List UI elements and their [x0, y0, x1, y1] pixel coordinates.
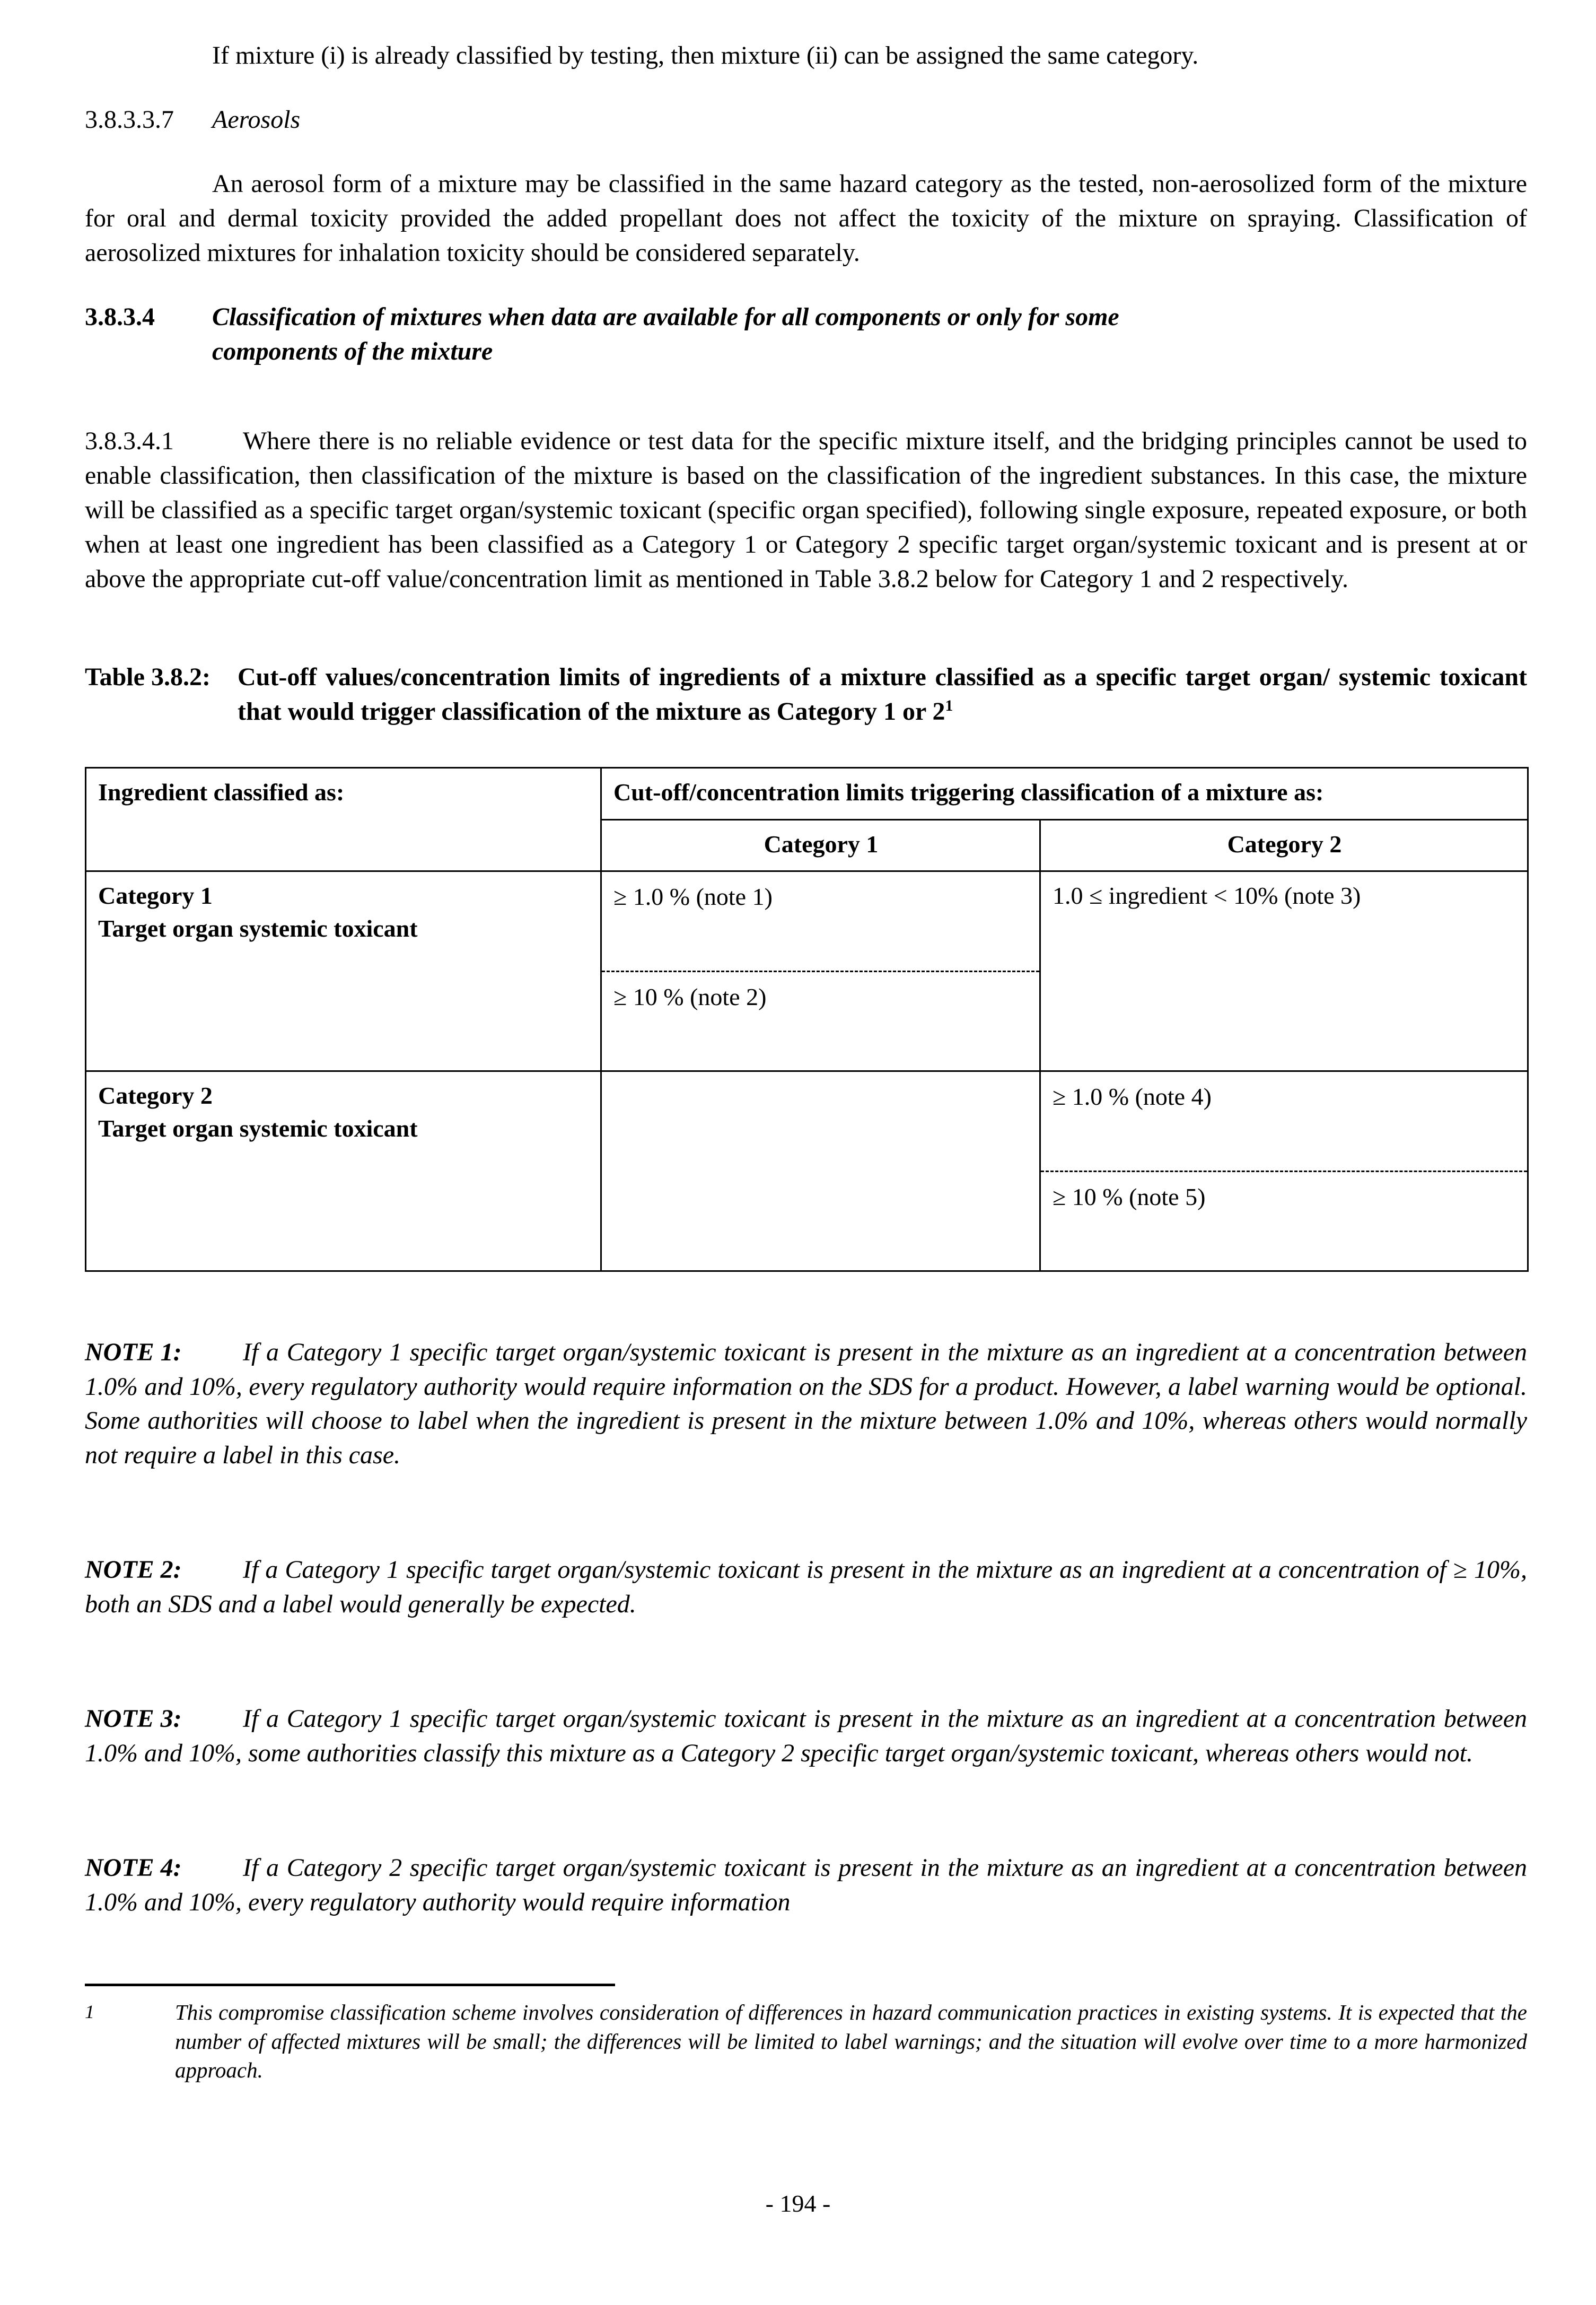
note-1-text: If a Category 1 specific target organ/sy… [85, 1338, 1527, 1469]
table-caption-footnote-marker: 1 [945, 697, 953, 715]
row-1-cat1-top: ≥ 1.0 % (note 1) [613, 883, 773, 911]
table-header-row-1: Ingredient classified as: Cut-off/concen… [85, 767, 1529, 872]
section-title-aerosols: Aerosols [212, 106, 301, 134]
table-caption-text: Cut-off values/concentration limits of i… [238, 663, 1527, 726]
spacer-after-classification-heading [85, 369, 1527, 398]
spacer-before-footnote [85, 1945, 1527, 1984]
row-1-ingredient-line-2: Target organ systemic toxicant [98, 915, 418, 942]
row-2-ingredient-line-1: Category 2 [98, 1082, 213, 1110]
section-title-classification: Classification of mixtures when data are… [212, 300, 1527, 369]
table-header-ingredient: Ingredient classified as: [85, 767, 602, 872]
note-4: NOTE 4: If a Category 2 specific target o… [85, 1851, 1527, 1919]
table-caption-text-wrap: Cut-off values/concentration limits of i… [238, 660, 1527, 729]
note-2-text: If a Category 1 specific target organ/sy… [85, 1556, 1527, 1618]
section-heading-aerosols: 3.8.3.3.7 Aerosols [85, 102, 1527, 137]
row-2-ingredient: Category 2 Target organ systemic toxican… [85, 1070, 602, 1272]
section-number-3-8-3-3-7: 3.8.3.3.7 [85, 106, 174, 134]
table-caption-label: Table 3.8.2: [85, 663, 211, 692]
table-row: Category 1 Target organ systemic toxican… [85, 870, 1529, 1072]
note-1-label: NOTE 1: [85, 1338, 182, 1367]
note-3: NOTE 3: If a Category 1 specific target o… [85, 1702, 1527, 1770]
spacer-after-aerosols-heading [85, 137, 1527, 167]
page-content: If mixture (i) is already classified by … [85, 0, 1529, 2085]
row-1-category-2-cell: 1.0 ≤ ingredient < 10% (note 3) [1039, 870, 1529, 1072]
row-2-category-1-cell [600, 1070, 1041, 1272]
section-heading-classification: 3.8.3.4 Classification of mixtures when … [85, 300, 1527, 369]
aerosols-body-paragraph: An aerosol form of a mixture may be clas… [85, 170, 1527, 267]
row-2-ingredient-line-2: Target organ systemic toxicant [98, 1115, 418, 1142]
row-1-cat1-bottom: ≥ 10 % (note 2) [602, 970, 1039, 1071]
section-title-line-1: Classification of mixtures when data are… [212, 303, 1119, 331]
clause-number: 3.8.3.4.1 [85, 427, 174, 456]
row-2-cat2-top: ≥ 1.0 % (note 4) [1053, 1083, 1212, 1111]
spacer-after-aerosols-body [85, 270, 1527, 300]
document-page: If mixture (i) is already classified by … [0, 0, 1596, 2305]
row-1-ingredient-line-1: Category 1 [98, 882, 213, 910]
cutoff-limits-table: Ingredient classified as: Cut-off/concen… [85, 767, 1529, 1272]
clause-3-8-3-4-1: 3.8.3.4.1 Where there is no reliable evid… [85, 424, 1527, 596]
note-4-text: If a Category 2 specific target organ/sy… [85, 1854, 1527, 1917]
page-number: - 194 - [765, 2190, 831, 2217]
note-2-label: NOTE 2: [85, 1556, 182, 1584]
footnote-separator [85, 1983, 615, 1986]
spacer-before-table [85, 729, 1527, 767]
spacer-after-intro [85, 73, 1527, 102]
table-caption: Table 3.8.2: Cut-off values/concentratio… [85, 660, 1527, 729]
section-number-3-8-3-4: 3.8.3.4 [85, 303, 155, 331]
table-row: Category 2 Target organ systemic toxican… [85, 1070, 1529, 1272]
row-2-category-2-split: ≥ 1.0 % (note 4) ≥ 10 % (note 5) [1041, 1072, 1527, 1270]
row-1-ingredient: Category 1 Target organ systemic toxican… [85, 870, 602, 1072]
table-header-category-1: Category 1 [600, 818, 1041, 872]
row-1-category-1-cell: ≥ 1.0 % (note 1) ≥ 10 % (note 2) [600, 870, 1041, 1072]
table-header-cutoff-limits: Cut-off/concentration limits triggering … [600, 767, 1529, 820]
note-3-text: If a Category 1 specific target organ/sy… [85, 1705, 1527, 1767]
spacer-after-note-3 [85, 1796, 1527, 1826]
spacer-before-table-caption [85, 622, 1527, 660]
note-3-label: NOTE 3: [85, 1705, 182, 1733]
spacer-after-table [85, 1272, 1527, 1310]
note-1: NOTE 1: If a Category 1 specific target o… [85, 1335, 1527, 1472]
note-4-label: NOTE 4: [85, 1854, 182, 1882]
section-title-line-2: components of the mixture [212, 337, 493, 366]
row-1-category-1-split: ≥ 1.0 % (note 1) ≥ 10 % (note 2) [602, 872, 1039, 1070]
footnote-text: This compromise classification scheme in… [175, 2000, 1527, 2083]
footnote-1: 1 This compromise classification scheme … [85, 1998, 1527, 2085]
row-2-category-2-cell: ≥ 1.0 % (note 4) ≥ 10 % (note 5) [1039, 1070, 1529, 1272]
spacer-after-note-1 [85, 1498, 1527, 1527]
spacer-after-note-2 [85, 1647, 1527, 1677]
clause-text: Where there is no reliable evidence or t… [85, 427, 1527, 593]
table-header-category-2: Category 2 [1039, 818, 1529, 872]
top-spacer [85, 0, 1527, 38]
row-2-cat2-bottom: ≥ 10 % (note 5) [1041, 1170, 1527, 1271]
intro-paragraph: If mixture (i) is already classified by … [212, 41, 1199, 69]
note-2: NOTE 2: If a Category 1 specific target o… [85, 1553, 1527, 1621]
footnote-marker: 1 [85, 2001, 94, 2022]
